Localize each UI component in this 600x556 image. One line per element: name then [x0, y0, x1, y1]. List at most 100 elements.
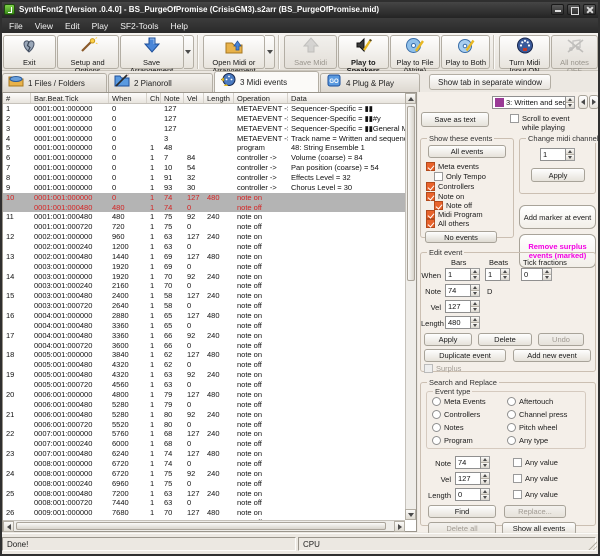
length-any-value-checkbox[interactable]: Any value [513, 490, 558, 499]
radio-pitch-wheel[interactable]: Pitch wheel [507, 423, 557, 432]
col-data[interactable]: Data [288, 93, 405, 103]
maximize-icon[interactable] [567, 4, 580, 15]
table-row[interactable]: 140003:001:000000192017092240note on [3, 272, 405, 282]
add-new-event-button[interactable]: Add new event [513, 349, 591, 362]
col-note[interactable]: Note [161, 93, 184, 103]
table-row[interactable]: 180005:001:0000003840162127480note on [3, 350, 405, 360]
note-off-checkbox[interactable]: Note off [434, 201, 472, 210]
tab-plug-play[interactable]: GO 4 Plug & Play [320, 73, 420, 92]
menu-file[interactable]: File [4, 20, 28, 32]
tab-files-folders[interactable]: 1 Files / Folders [2, 73, 107, 92]
table-row[interactable]: 0008:001:00000067201740note off [3, 459, 405, 469]
no-events-button[interactable]: No events [425, 231, 497, 243]
table-row[interactable]: 230007:001:0004806240174127480note on [3, 449, 405, 459]
all-others-checkbox[interactable]: All others [426, 219, 469, 228]
search-length-stepper[interactable]: 0 [455, 488, 490, 501]
tab-midi-events[interactable]: 3 Midi events [214, 71, 319, 92]
table-row[interactable]: 0002:001:00024012001630note off [3, 242, 405, 252]
table-row[interactable]: 170004:001:000480336016692240note on [3, 331, 405, 341]
col-num[interactable]: # [3, 93, 31, 103]
table-row[interactable]: 60001:001:00000001784controller ->Volume… [3, 153, 405, 163]
add-marker-button[interactable]: Add marker at event [519, 205, 596, 229]
table-row[interactable]: 0008:001:00024069601750note off [3, 479, 405, 489]
horizontal-scroll-thumb[interactable] [16, 522, 386, 530]
table-row[interactable]: 190005:001:000480432016392240note on [3, 370, 405, 380]
open-midi-button[interactable]: Open Midi or Arrangement [203, 35, 265, 69]
table-row[interactable]: 0008:001:00072074401630note off [3, 498, 405, 508]
play-to-both-button[interactable]: Play to Both [441, 35, 490, 69]
table-row[interactable]: 50001:001:0000000148program48: String En… [3, 143, 405, 153]
table-row[interactable]: 0001:001:0007207201750note off [3, 222, 405, 232]
when-beats-stepper[interactable]: 1 [485, 268, 510, 281]
radio-controllers[interactable]: Controllers [432, 410, 480, 419]
table-row[interactable]: 80001:001:000000019132controller ->Effec… [3, 173, 405, 183]
when-bars-stepper[interactable]: 1 [445, 268, 480, 281]
table-row[interactable]: 130002:001:0004801440169127480note on [3, 252, 405, 262]
radio-any-type[interactable]: Any type [507, 436, 548, 445]
duplicate-event-button[interactable]: Duplicate event [424, 349, 506, 362]
table-row[interactable]: 250008:001:0004807200163127240note on [3, 489, 405, 499]
table-row[interactable]: 0007:001:00024060001680note off [3, 439, 405, 449]
play-to-file-button[interactable]: Play to File (Write) [390, 35, 441, 69]
table-row[interactable]: 200006:001:0000004800179127480note on [3, 390, 405, 400]
table-row[interactable]: 0003:001:00024021601700note off [3, 281, 405, 291]
table-row[interactable]: 110001:001:00048048017592240note on [3, 212, 405, 222]
table-row[interactable]: 0006:001:00048052801790note off [3, 400, 405, 410]
table-row[interactable]: 90001:001:000000019330controller ->Choru… [3, 183, 405, 193]
horizontal-scrollbar[interactable] [3, 520, 405, 531]
when-ticks-stepper[interactable]: 0 [521, 268, 552, 281]
table-row[interactable]: 100001:001:0000000174127480note on [3, 193, 405, 203]
meta-events-checkbox[interactable]: Meta events [426, 162, 479, 171]
radio-meta-events[interactable]: Meta Events [432, 397, 486, 406]
tab-pianoroll[interactable]: 2 Pianoroll [108, 73, 213, 92]
note-any-value-checkbox[interactable]: Any value [513, 458, 558, 467]
save-arrangement-dropdown[interactable] [184, 35, 194, 69]
table-row[interactable]: 160004:001:0000002880165127480note on [3, 311, 405, 321]
scroll-up-icon[interactable] [405, 93, 416, 104]
setup-options-button[interactable]: Setup and Options [57, 35, 119, 69]
table-row[interactable]: 0005:001:00048043201620note off [3, 360, 405, 370]
only-tempo-checkbox[interactable]: Only Tempo [434, 172, 486, 181]
save-as-text-button[interactable]: Save as text [421, 112, 489, 127]
find-button[interactable]: Find [428, 505, 496, 518]
radio-channel-press[interactable]: Channel press [507, 410, 567, 419]
open-midi-dropdown[interactable] [265, 35, 275, 69]
controllers-checkbox[interactable]: Controllers [426, 182, 474, 191]
close-icon[interactable] [583, 4, 596, 15]
minimize-icon[interactable] [551, 4, 564, 15]
table-row[interactable]: 0003:001:00072026401580note off [3, 301, 405, 311]
menu-play[interactable]: Play [87, 20, 114, 32]
show-separate-window-button[interactable]: Show tab in separate window [429, 74, 551, 90]
table-row[interactable]: 0004:001:00048033601650note off [3, 321, 405, 331]
play-to-speakers-button[interactable]: Play to Speakers [338, 35, 389, 69]
table-row[interactable]: 120002:001:000000960163127240note on [3, 232, 405, 242]
col-when[interactable]: When [109, 93, 147, 103]
table-row[interactable]: 0003:001:00000019201690note off [3, 262, 405, 272]
menu-help[interactable]: Help [165, 20, 192, 32]
edit-apply-button[interactable]: Apply [424, 333, 472, 346]
search-note-stepper[interactable]: 74 [455, 456, 490, 469]
table-row[interactable]: 240008:001:000000672017592240note on [3, 469, 405, 479]
save-arrangement-button[interactable]: Save Arrangement [120, 35, 184, 69]
radio-aftertouch[interactable]: Aftertouch [507, 397, 553, 406]
table-row[interactable]: 0005:001:00072045601630note off [3, 380, 405, 390]
channel-apply-button[interactable]: Apply [531, 168, 585, 182]
note-on-checkbox[interactable]: Note on [426, 192, 464, 201]
channel-stepper[interactable]: 1 [540, 148, 575, 161]
col-length[interactable]: Length [204, 93, 234, 103]
scroll-right-icon[interactable] [394, 521, 405, 532]
edit-delete-button[interactable]: Delete [478, 333, 532, 346]
table-row[interactable]: 210006:001:000480528018092240note on [3, 410, 405, 420]
col-chnl[interactable]: Chnl [147, 93, 161, 103]
col-vel[interactable]: Vel [184, 93, 204, 103]
table-row[interactable]: 0004:001:00072036001660note off [3, 341, 405, 351]
col-bar-beat-tick[interactable]: Bar.Beat.Tick [31, 93, 109, 103]
table-row[interactable]: 30001:001:0000000127METAEVENT ->Sequence… [3, 124, 405, 134]
track-spinner[interactable] [566, 96, 575, 109]
turn-midi-input-button[interactable]: Turn Midi Input ON [499, 35, 550, 69]
track-prev-icon[interactable] [578, 95, 588, 109]
col-operation[interactable]: Operation [234, 93, 288, 103]
length-stepper[interactable]: 480 [445, 316, 480, 329]
radio-program[interactable]: Program [432, 436, 473, 445]
radio-notes[interactable]: Notes [432, 423, 464, 432]
